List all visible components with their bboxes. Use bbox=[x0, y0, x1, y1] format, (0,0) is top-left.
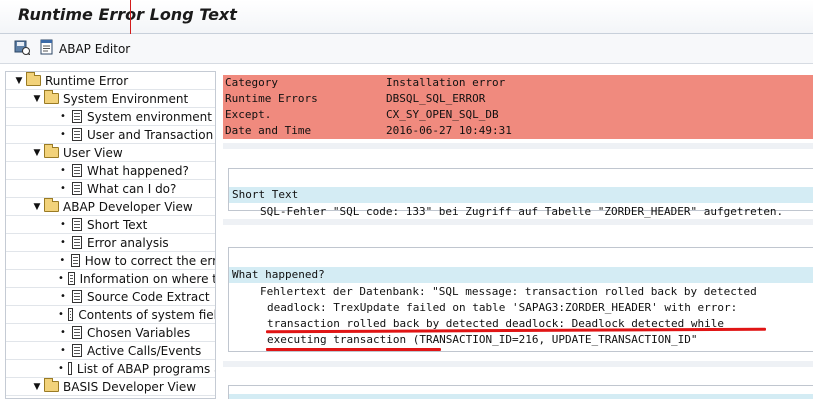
section-heading: What happened? bbox=[232, 268, 325, 281]
tree-node-system-environment[interactable]: ▼ System Environment bbox=[6, 90, 215, 108]
error-value: 2016-06-27 10:49:31 bbox=[386, 124, 512, 137]
section-heading-bar: What happened? bbox=[229, 267, 813, 283]
abap-editor-label: ABAP Editor bbox=[59, 42, 131, 56]
collapse-triangle-icon[interactable]: ▼ bbox=[32, 148, 42, 158]
document-icon bbox=[70, 254, 80, 267]
abap-editor-icon bbox=[39, 39, 55, 59]
error-key: Except. bbox=[225, 108, 272, 121]
document-icon bbox=[67, 362, 72, 375]
error-header-row: Runtime Errors DBSQL_SQL_ERROR bbox=[223, 91, 813, 107]
title-bar: Runtime Error Long Text bbox=[0, 0, 813, 34]
tree-item-what-can-i-do[interactable]: • What can I do? bbox=[6, 180, 215, 198]
tree-label: What can I do? bbox=[87, 181, 177, 196]
save-display-icon bbox=[14, 39, 31, 59]
section-separator bbox=[223, 219, 813, 225]
short-text-body: SQL-Fehler "SQL code: 133" bei Zugriff a… bbox=[260, 205, 784, 218]
error-value: Installation error bbox=[386, 76, 506, 89]
application-toolbar: ABAP Editor bbox=[0, 34, 813, 64]
tree-label: Active Calls/Events bbox=[87, 343, 202, 358]
document-icon bbox=[67, 308, 74, 321]
tree-label: Chosen Variables bbox=[87, 325, 191, 340]
window-title: Runtime Error Long Text bbox=[18, 5, 237, 24]
what-happened-line: deadlock: TrexUpdate failed on table 'SA… bbox=[267, 301, 738, 314]
tree-label: Information on where t bbox=[79, 271, 216, 286]
tree-item-source-code-extract[interactable]: • Source Code Extract bbox=[6, 288, 215, 306]
error-key: Date and Time bbox=[225, 124, 312, 137]
error-value: DBSQL_SQL_ERROR bbox=[386, 92, 486, 105]
folder-icon bbox=[44, 144, 59, 158]
error-key: Category bbox=[225, 76, 278, 89]
tree-label: System Environment bbox=[63, 91, 189, 106]
tree-label: User View bbox=[63, 145, 123, 160]
tree-item-chosen-variables[interactable]: • Chosen Variables bbox=[6, 324, 215, 342]
what-happened-line: Fehlertext der Datenbank: "SQL message: … bbox=[260, 285, 757, 298]
tree-label: Error analysis bbox=[87, 235, 169, 250]
tree-item-contents-of-system-fields[interactable]: • Contents of system fiel bbox=[6, 306, 216, 324]
tree-label: What happened? bbox=[87, 163, 189, 178]
collapse-triangle-icon[interactable]: ▼ bbox=[32, 94, 42, 104]
error-key: Runtime Errors bbox=[225, 92, 318, 105]
tree-label: Contents of system fiel bbox=[78, 307, 216, 322]
tree-label: System environment bbox=[87, 109, 212, 124]
folder-icon bbox=[44, 198, 59, 212]
long-text-content: Category Installation error Runtime Erro… bbox=[223, 71, 813, 399]
tree-label: User and Transaction bbox=[87, 127, 214, 142]
tree-item-information-on-where[interactable]: • Information on where t bbox=[6, 270, 216, 288]
folder-icon bbox=[44, 378, 59, 392]
document-icon bbox=[67, 272, 75, 285]
document-icon bbox=[72, 164, 82, 177]
tree-item-how-to-correct[interactable]: • How to correct the err bbox=[6, 252, 216, 270]
document-icon bbox=[72, 182, 82, 195]
error-header-row: Category Installation error bbox=[223, 75, 813, 91]
error-value: CX_SY_OPEN_SQL_DB bbox=[386, 108, 499, 121]
tree-item-system-environment[interactable]: • System environment bbox=[6, 108, 215, 126]
tree-item-what-happened[interactable]: • What happened? bbox=[6, 162, 215, 180]
tree-node-user-view[interactable]: ▼ User View bbox=[6, 144, 215, 162]
document-icon bbox=[72, 218, 82, 231]
tree-node-runtime-error[interactable]: ▼ Runtime Error bbox=[6, 72, 215, 90]
document-icon bbox=[72, 236, 82, 249]
tree-label: Source Code Extract bbox=[87, 289, 210, 304]
tree-label: List of ABAP programs a bbox=[76, 361, 216, 376]
what-happened-line: executing transaction (TRANSACTION_ID=21… bbox=[267, 333, 698, 346]
collapse-triangle-icon[interactable]: ▼ bbox=[14, 76, 24, 86]
section-heading-bar: Short Text bbox=[229, 187, 813, 203]
tree-item-active-calls-events[interactable]: • Active Calls/Events bbox=[6, 342, 215, 360]
tree-item-short-text[interactable]: • Short Text bbox=[6, 216, 215, 234]
tree-label: ABAP Developer View bbox=[63, 199, 193, 214]
section-separator bbox=[223, 361, 813, 367]
section-separator bbox=[223, 143, 813, 149]
tree-item-error-analysis[interactable]: • Error analysis bbox=[6, 234, 215, 252]
next-section bbox=[228, 385, 813, 399]
folder-icon bbox=[44, 90, 59, 104]
error-header-row: Date and Time 2016-06-27 10:49:31 bbox=[223, 123, 813, 139]
save-display-button[interactable] bbox=[14, 39, 31, 59]
tree-node-basis-developer-view[interactable]: ▼ BASIS Developer View bbox=[6, 378, 215, 396]
highlight-underline bbox=[266, 348, 441, 351]
abap-editor-button[interactable]: ABAP Editor bbox=[39, 39, 131, 59]
collapse-triangle-icon[interactable]: ▼ bbox=[32, 202, 42, 212]
folder-icon bbox=[26, 72, 41, 86]
document-icon bbox=[72, 326, 82, 339]
tree-node-abap-developer-view[interactable]: ▼ ABAP Developer View bbox=[6, 198, 215, 216]
what-happened-section: What happened? Fehlertext der Datenbank:… bbox=[228, 247, 813, 352]
error-header-row: Except. CX_SY_OPEN_SQL_DB bbox=[223, 107, 813, 123]
tree-item-user-and-transaction[interactable]: • User and Transaction bbox=[6, 126, 215, 144]
tree-label: How to correct the err bbox=[84, 253, 216, 268]
navigation-tree: ▼ Runtime Error ▼ System Environment • S… bbox=[5, 71, 216, 399]
tree-item-list-of-abap-programs[interactable]: • List of ABAP programs a bbox=[6, 360, 216, 378]
section-heading-bar bbox=[229, 394, 813, 399]
document-icon bbox=[72, 290, 82, 303]
document-icon bbox=[72, 128, 82, 141]
tree-label: Runtime Error bbox=[45, 73, 129, 88]
tree-label: BASIS Developer View bbox=[63, 379, 197, 394]
tree-label: Short Text bbox=[87, 217, 148, 232]
document-icon bbox=[72, 344, 82, 357]
collapse-triangle-icon[interactable]: ▼ bbox=[32, 382, 42, 392]
document-icon bbox=[72, 110, 82, 123]
section-heading: Short Text bbox=[232, 188, 299, 201]
short-text-section: Short Text SQL-Fehler "SQL code: 133" be… bbox=[228, 168, 813, 218]
